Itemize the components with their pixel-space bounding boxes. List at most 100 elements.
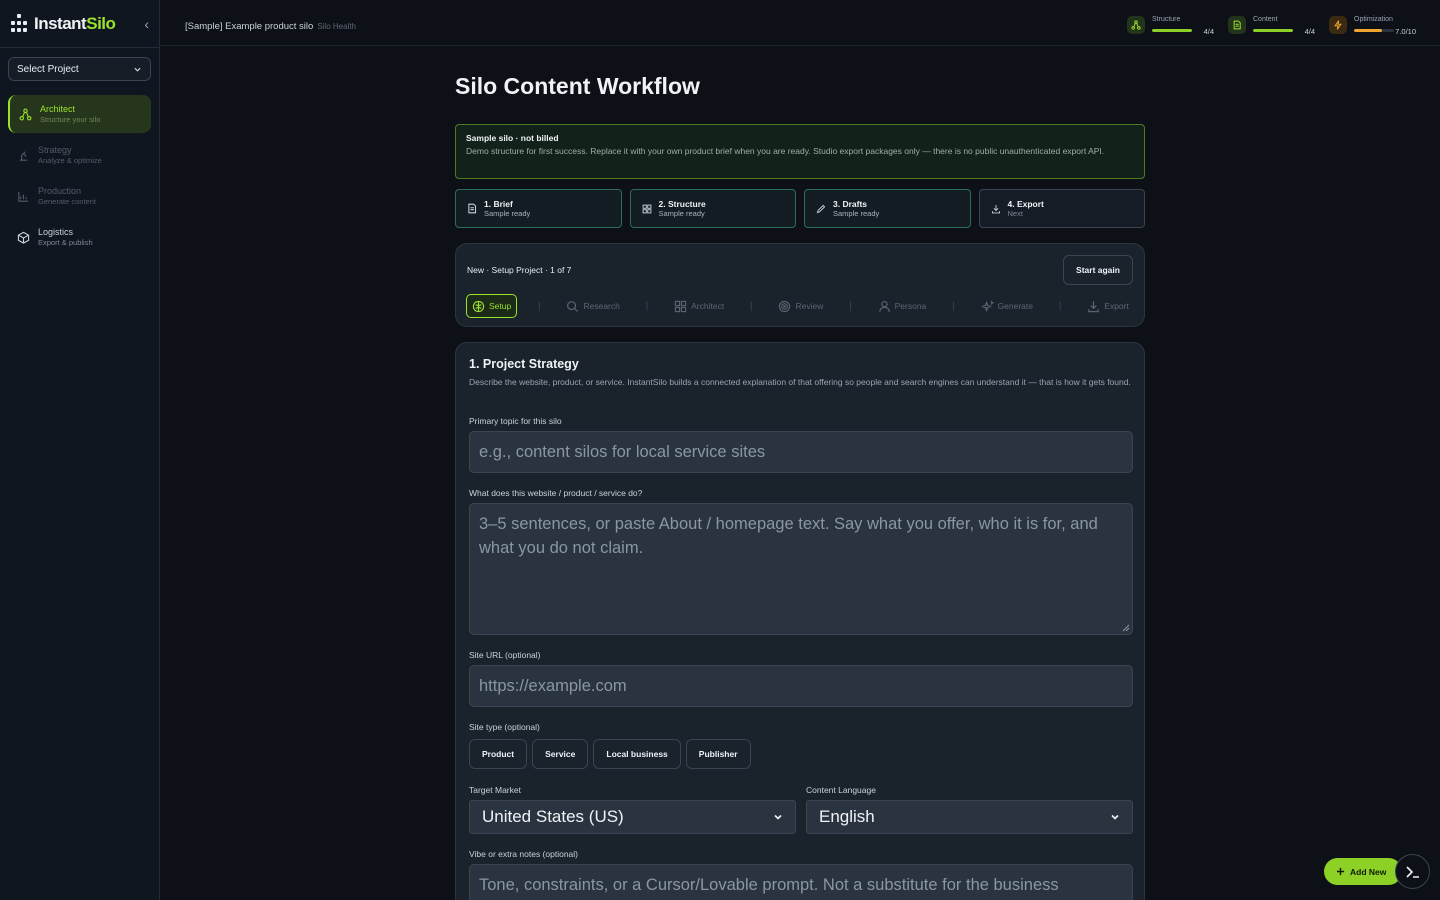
select-project-dropdown[interactable]: Select Project [8, 57, 151, 81]
topic-input[interactable]: e.g., content silos for local service si… [469, 431, 1133, 473]
page-title: Silo Content Workflow [455, 73, 700, 99]
site-type-product[interactable]: Product [469, 739, 528, 769]
sidebar-item-sublabel: Structure your silo [40, 115, 101, 124]
bolt-icon [1329, 16, 1347, 34]
plus-icon [1336, 867, 1345, 876]
tab-label: Research [583, 301, 620, 311]
site-url-input[interactable]: https://example.com [469, 665, 1133, 707]
tab-setup[interactable]: Setup [466, 294, 518, 318]
url-label: Site URL (optional) [469, 650, 541, 660]
sidebar-item-label: Strategy [38, 145, 72, 155]
chevron-down-icon [774, 814, 782, 820]
step-status: Sample ready [658, 209, 705, 218]
tab-generate[interactable]: Generate [976, 294, 1038, 318]
metric-value: 4/4 [1203, 27, 1214, 36]
content-language-select[interactable]: English [806, 800, 1133, 834]
target-icon [779, 300, 791, 312]
chevron-down-icon [134, 67, 141, 72]
section-title: 1. Project Strategy [469, 357, 579, 371]
metric-structure[interactable]: Structure 4/4 [1127, 16, 1214, 36]
step-label: 4. Export [1007, 199, 1044, 209]
sidebar-item-label: Architect [40, 104, 76, 114]
step-brief[interactable]: 1. Brief Sample ready [455, 189, 622, 228]
about-label: What does this website / product / servi… [469, 488, 643, 498]
sidebar-item-strategy[interactable]: Strategy Analyze & optimize [8, 136, 151, 174]
market-label: Target Market [469, 785, 521, 795]
architect-icon [18, 107, 32, 121]
metric-value: 7.0/10 [1395, 27, 1416, 36]
sidebar-item-sublabel: Export & publish [38, 238, 93, 247]
step-export[interactable]: 4. Export Next [978, 189, 1145, 228]
breadcrumb: [Sample] Example product silo Silo Health [185, 21, 356, 32]
sidebar-item-production[interactable]: Production Generate content [8, 177, 151, 215]
about-placeholder: 3–5 sentences, or paste About / homepage… [479, 515, 1098, 557]
vibe-textarea[interactable]: Tone, constraints, or a Cursor/Lovable p… [469, 864, 1133, 900]
metric-name: Content [1253, 16, 1278, 23]
breadcrumb-project: [Sample] Example product silo [185, 21, 314, 32]
wizard-progress: New · Setup Project · 1 of 7 [467, 265, 572, 275]
sidebar-item-architect[interactable]: Architect Structure your silo [8, 95, 151, 133]
silo-health-label: Silo Health [317, 22, 356, 31]
collapse-sidebar-button[interactable]: ‹ [144, 16, 149, 32]
site-type-publisher[interactable]: Publisher [685, 739, 751, 769]
pencil-icon [816, 204, 826, 213]
terminal-icon [1405, 865, 1419, 878]
step-label: 2. Structure [658, 199, 706, 209]
tab-architect[interactable]: Architect [669, 294, 729, 318]
sidebar-item-label: Logistics [38, 227, 74, 237]
chart-icon [16, 189, 30, 203]
download-icon [991, 204, 1000, 213]
metric-name: Optimization [1354, 16, 1393, 23]
structure-icon [1127, 16, 1145, 34]
site-type-service[interactable]: Service [532, 739, 589, 769]
start-again-button[interactable]: Start again [1063, 255, 1133, 285]
site-type-local-business[interactable]: Local business [593, 739, 681, 769]
tab-research[interactable]: Research [561, 294, 624, 318]
section-description: Describe the website, product, or servic… [469, 377, 1131, 387]
sidebar-item-label: Production [38, 186, 82, 196]
step-label: 1. Brief [484, 199, 513, 209]
sparkle-icon [981, 300, 994, 311]
project-strategy-card: 1. Project Strategy Describe the website… [455, 342, 1145, 900]
logo-text: InstantSilo [34, 13, 116, 33]
tab-divider: | [645, 300, 649, 312]
site-type-options: Product Service Local business Publisher [469, 739, 751, 769]
sidebar-item-logistics[interactable]: Logistics Export & publish [8, 218, 151, 256]
tab-label: Architect [691, 301, 725, 311]
step-drafts[interactable]: 3. Drafts Sample ready [804, 189, 971, 228]
tab-label: Generate [997, 301, 1034, 311]
tab-label: Setup [489, 301, 512, 311]
terminal-button[interactable] [1395, 854, 1430, 889]
content-language-value: English [819, 807, 875, 826]
tab-persona[interactable]: Persona [873, 294, 932, 318]
sidebar-item-sublabel: Generate content [38, 197, 96, 206]
notice-title: Sample silo · not billed [466, 133, 559, 143]
brain-icon [472, 300, 485, 312]
notice-body: Demo structure for first success. Replac… [466, 146, 1105, 156]
document-icon [468, 203, 477, 214]
add-new-button[interactable]: Add New [1324, 858, 1402, 885]
step-status: Sample ready [833, 209, 880, 218]
tab-review[interactable]: Review [773, 294, 828, 318]
metric-bar [1253, 29, 1293, 32]
logo-row: InstantSilo ‹ [0, 0, 159, 48]
metric-value: 4/4 [1304, 27, 1315, 36]
user-icon [878, 300, 890, 312]
step-structure[interactable]: 2. Structure Sample ready [629, 189, 796, 228]
step-status: Sample ready [484, 209, 531, 218]
target-market-value: United States (US) [482, 807, 624, 826]
grid-icon [674, 300, 687, 312]
download-icon [1088, 300, 1100, 312]
vibe-label: Vibe or extra notes (optional) [469, 849, 578, 859]
resize-handle-icon[interactable] [1122, 624, 1130, 632]
metric-optimization[interactable]: Optimization 7.0/10 [1329, 16, 1416, 36]
tab-export[interactable]: Export [1082, 294, 1134, 318]
metric-content[interactable]: Content 4/4 [1228, 16, 1315, 36]
about-textarea[interactable]: 3–5 sentences, or paste About / homepage… [469, 503, 1133, 635]
wizard-panel: New · Setup Project · 1 of 7 Start again… [455, 243, 1145, 327]
document-icon [1228, 16, 1246, 34]
health-metrics: Structure 4/4 Content 4/4 Optimization 7… [1127, 16, 1416, 36]
target-market-select[interactable]: United States (US) [469, 800, 796, 834]
chevron-down-icon [1111, 814, 1119, 820]
sidebar-nav: Architect Structure your silo Strategy A… [0, 95, 159, 256]
